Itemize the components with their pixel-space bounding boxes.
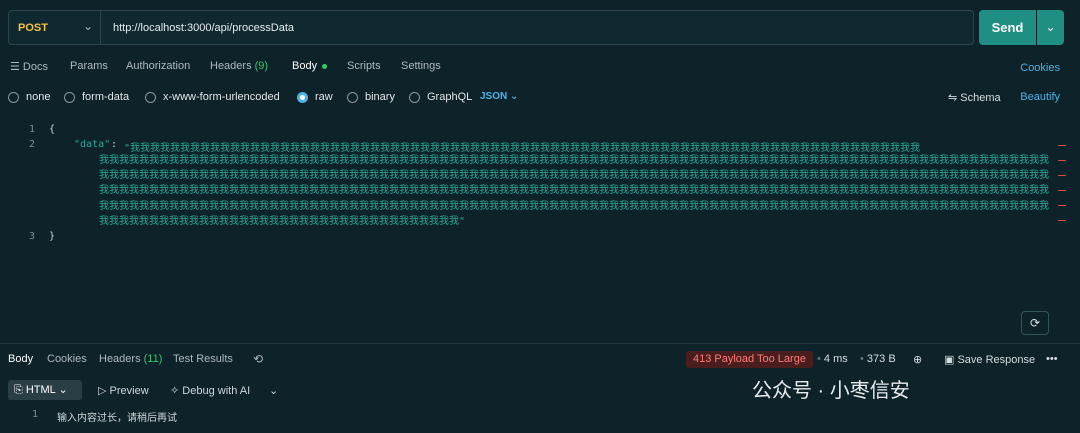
response-tab-headers[interactable]: Headers (11) [99, 353, 162, 365]
radio-circle-icon [64, 91, 75, 103]
schema-label: Schema [960, 92, 1001, 104]
response-time: • 4 ms [817, 353, 848, 365]
request-body-editor[interactable]: 1 2 3 { "data" : "我我我我我我我我我我我我我我我我我我我我我我… [0, 122, 1080, 340]
history-refresh-icon[interactable]: ⟳ [1021, 311, 1049, 335]
radio-circle-icon [409, 91, 420, 103]
radio-raw[interactable]: raw [297, 91, 333, 103]
json-string-first-line: "我我我我我我我我我我我我我我我我我我我我我我我我我我我我我我我我我我我我我我我… [124, 143, 921, 153]
overflow-marker [1058, 175, 1066, 176]
send-options-button[interactable]: ⌄ [1037, 10, 1064, 45]
tab-scripts[interactable]: Scripts [347, 60, 381, 72]
request-tabs: ☰ Docs Params Authorization Headers (9) … [0, 58, 1080, 78]
line-number-3: 3 [28, 231, 35, 242]
overflow-marker [1058, 220, 1066, 221]
radio-binary-label: binary [365, 91, 395, 103]
ai-icon: ✧ [170, 385, 183, 397]
cookies-link[interactable]: Cookies [1020, 62, 1060, 74]
debug-ai-dropdown[interactable]: ⌄ [269, 384, 278, 397]
globe-icon[interactable]: ⊕ [913, 353, 922, 366]
method-select[interactable]: POST ⌄ [9, 11, 101, 44]
schema-button[interactable]: ⇋ Schema [948, 91, 1001, 104]
radio-urlencoded[interactable]: x-www-form-urlencoded [145, 91, 280, 103]
beautify-button[interactable]: Beautify [1020, 91, 1060, 103]
save-icon: ▣ [944, 354, 958, 366]
history-icon[interactable]: ⟲ [253, 352, 263, 366]
overflow-marker [1058, 145, 1066, 146]
method-label: POST [18, 22, 48, 34]
response-size-value: 373 B [866, 353, 896, 365]
debug-ai-label: Debug with AI [182, 385, 251, 397]
tab-settings[interactable]: Settings [401, 60, 441, 72]
chevron-down-icon: ⌄ [83, 19, 94, 33]
open-brace: { [49, 124, 56, 135]
overflow-marker [1058, 160, 1066, 161]
chevron-down-icon: ⌄ [58, 384, 68, 396]
play-icon: ▷ [98, 385, 110, 397]
modified-dot [322, 63, 328, 69]
response-size: • 373 B [860, 353, 896, 365]
watermark: 公众号 · 小枣信安 [752, 380, 910, 402]
chevron-down-icon: ⌄ [510, 91, 519, 102]
headers-count: (9) [254, 60, 269, 72]
radio-form-data[interactable]: form-data [64, 91, 129, 103]
radio-raw-label: raw [315, 91, 333, 103]
line-number-2: 2 [28, 139, 35, 150]
radio-binary[interactable]: binary [347, 91, 395, 103]
radio-none-label: none [26, 91, 51, 103]
url-input[interactable]: http://localhost:3000/api/processData [113, 22, 294, 34]
debug-ai-button[interactable]: ✧ Debug with AI [170, 384, 250, 397]
tab-body-label: Body [292, 60, 318, 72]
radio-checked-icon [297, 91, 308, 103]
radio-graphql-label: GraphQL [427, 91, 473, 103]
status-badge: 413 Payload Too Large [686, 351, 813, 368]
overflow-marker [1058, 190, 1066, 191]
response-line-number: 1 [32, 409, 39, 420]
close-brace: } [49, 231, 56, 242]
url-bar: POST ⌄ http://localhost:3000/api/process… [8, 10, 974, 45]
radio-circle-icon [145, 91, 156, 103]
tab-docs[interactable]: ☰ Docs [10, 60, 48, 73]
docs-icon: ☰ [10, 61, 23, 73]
tab-headers[interactable]: Headers (9) [210, 60, 268, 72]
radio-circle-icon [8, 91, 19, 103]
code-icon: ⎘ [14, 384, 26, 396]
format-label: JSON [480, 91, 508, 102]
json-key: "data" [74, 139, 111, 150]
radio-graphql[interactable]: GraphQL [409, 91, 472, 103]
response-format-select[interactable]: ⎘ HTML ⌄ [8, 380, 82, 400]
preview-label: Preview [109, 385, 149, 397]
schema-icon: ⇋ [948, 92, 961, 104]
tab-params[interactable]: Params [70, 60, 108, 72]
overflow-marker [1058, 205, 1066, 206]
send-button[interactable]: Send [979, 10, 1036, 45]
response-tab-test-results[interactable]: Test Results [173, 353, 233, 365]
response-headers-count: (11) [143, 353, 163, 365]
more-options-icon[interactable]: ••• [1046, 353, 1058, 365]
response-format-label: HTML [25, 384, 56, 396]
response-tab-body[interactable]: Body [8, 353, 33, 365]
radio-urlencoded-label: x-www-form-urlencoded [163, 91, 280, 103]
format-select[interactable]: JSON ⌄ [480, 91, 518, 102]
body-type-selector: none form-data x-www-form-urlencoded raw… [0, 88, 1080, 108]
save-response-button[interactable]: ▣ Save Response [944, 353, 1035, 366]
pane-divider[interactable] [0, 343, 1080, 344]
preview-button[interactable]: ▷ Preview [98, 384, 149, 397]
save-response-label: Save Response [957, 354, 1036, 366]
response-body-text: 输入内容过长，请稍后再试 [57, 413, 177, 424]
json-colon: : [111, 139, 118, 150]
radio-none[interactable]: none [8, 91, 50, 103]
tab-authorization[interactable]: Authorization [126, 60, 190, 72]
response-tab-headers-label: Headers [99, 353, 141, 365]
json-string-value: 我我我我我我我我我我我我我我我我我我我我我我我我我我我我我我我我我我我我我我我我… [99, 155, 1049, 227]
response-tab-cookies[interactable]: Cookies [47, 353, 87, 365]
line-number-1: 1 [28, 124, 35, 135]
tab-body[interactable]: Body [292, 60, 328, 72]
radio-circle-icon [347, 91, 358, 103]
tab-docs-label: Docs [22, 61, 48, 73]
response-time-value: 4 ms [823, 353, 848, 365]
tab-headers-label: Headers [210, 60, 252, 72]
radio-form-data-label: form-data [82, 91, 130, 103]
